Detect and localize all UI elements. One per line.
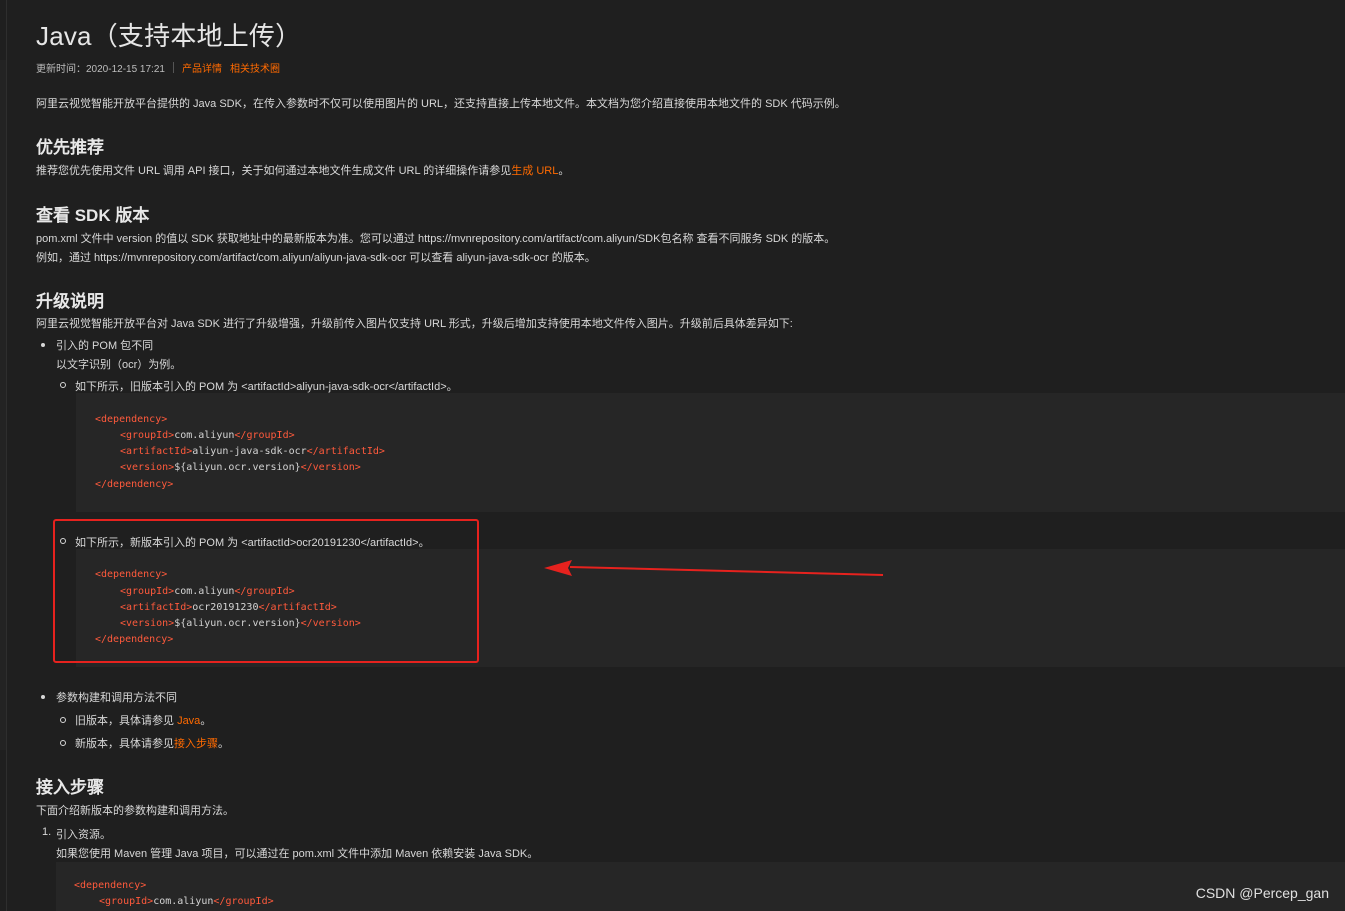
sub-bullet-circle: [60, 382, 66, 388]
access-steps-intro: 下面介绍新版本的参数构建和调用方法。: [36, 805, 234, 817]
sidebar-divider: [6, 0, 7, 911]
bullet-params-diff: 参数构建和调用方法不同: [56, 692, 177, 704]
new-version-ref: 新版本，具体请参见接入步骤。: [75, 738, 229, 750]
bullet-pom-example: 以文字识别（ocr）为例。: [56, 359, 182, 371]
sub-bullet-circle: [60, 717, 66, 723]
java-link[interactable]: Java: [177, 715, 200, 727]
bullet-dot: [41, 343, 45, 347]
code-block-maven: <dependency> <groupId>com.aliyun</groupI…: [56, 862, 1345, 911]
section-heading-recommend: 优先推荐: [36, 138, 104, 157]
generate-url-link[interactable]: 生成 URL: [511, 165, 558, 177]
recommend-text: 推荐您优先使用文件 URL 调用 API 接口，关于如何通过本地文件生成文件 U…: [36, 165, 512, 177]
bullet-dot: [41, 695, 45, 699]
product-detail-link[interactable]: 产品详情: [182, 60, 222, 75]
section-heading-sdk-version: 查看 SDK 版本: [36, 206, 150, 225]
old-pom-text: 如下所示，旧版本引入的 POM 为 <artifactId>aliyun-jav…: [75, 381, 458, 393]
bullet-pom-diff: 引入的 POM 包不同: [56, 340, 154, 352]
update-time: 更新时间：2020-12-15 17:21: [36, 64, 165, 75]
step-number: 1.: [42, 826, 52, 838]
old-version-ref: 旧版本，具体请参见 Java。: [75, 715, 212, 727]
code-block-old: <dependency> <groupId>com.aliyun</groupI…: [76, 393, 1345, 512]
tech-circle-link[interactable]: 相关技术圈: [230, 60, 280, 75]
sub-bullet-circle: [60, 740, 66, 746]
code-line: <groupId>com.aliyun</groupId>: [99, 896, 274, 907]
code-line: </dependency>: [95, 479, 174, 490]
sdk-version-line2: 例如，通过 https://mvnrepository.com/artifact…: [36, 252, 596, 264]
section-heading-upgrade: 升级说明: [36, 292, 104, 311]
csdn-watermark: CSDN @Percep_gan: [1195, 885, 1329, 901]
step-import-resources: 引入资源。: [56, 829, 111, 841]
step-import-desc: 如果您使用 Maven 管理 Java 项目，可以通过在 pom.xml 文件中…: [56, 848, 539, 860]
meta-bar: 更新时间：2020-12-15 17:21 产品详情 相关技术圈: [36, 60, 288, 75]
code-line: <version>${aliyun.ocr.version}</version>: [120, 462, 361, 473]
section-heading-access-steps: 接入步骤: [36, 778, 104, 797]
sdk-version-line1: pom.xml 文件中 version 的值以 SDK 获取地址中的最新版本为准…: [36, 233, 836, 245]
code-line: <dependency>: [95, 414, 168, 425]
recommend-paragraph: 推荐您优先使用文件 URL 调用 API 接口，关于如何通过本地文件生成文件 U…: [36, 162, 569, 178]
code-line: <groupId>com.aliyun</groupId>: [120, 430, 295, 441]
page-title: Java（支持本地上传）: [36, 21, 302, 51]
access-steps-link[interactable]: 接入步骤: [174, 738, 218, 750]
intro-paragraph: 阿里云视觉智能开放平台提供的 Java SDK，在传入参数时不仅可以使用图片的 …: [36, 98, 846, 110]
annotation-arrow-icon: [544, 560, 884, 576]
code-line: <artifactId>aliyun-java-sdk-ocr</artifac…: [120, 446, 385, 457]
upgrade-intro: 阿里云视觉智能开放平台对 Java SDK 进行了升级增强，升级前传入图片仅支持…: [36, 318, 793, 330]
meta-divider: [172, 62, 174, 73]
recommend-period: 。: [558, 165, 570, 177]
highlight-box: [53, 519, 479, 663]
code-line: <dependency>: [74, 880, 147, 891]
